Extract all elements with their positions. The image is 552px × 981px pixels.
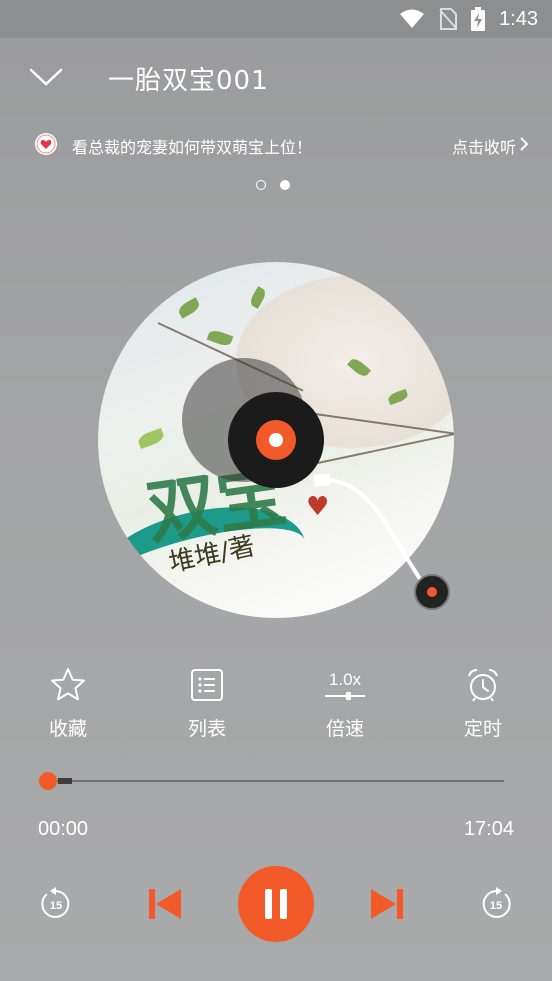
sleep-timer-label: 定时	[463, 718, 502, 740]
sleep-timer-button[interactable]: 定时	[433, 662, 533, 741]
skip-next-icon	[371, 889, 403, 919]
speed-slider-icon	[325, 692, 365, 700]
action-row: 收藏 列表 1.0x 倍速 定时	[0, 662, 552, 752]
promo-banner[interactable]: 看总裁的宠妻如何带双萌宝上位！ 点击收听	[0, 126, 552, 164]
skip-previous-icon	[149, 889, 181, 919]
status-time: 1:43	[499, 7, 538, 30]
heart-badge-icon	[35, 133, 57, 155]
alarm-clock-icon	[468, 669, 498, 702]
chevron-down-icon[interactable]	[28, 60, 64, 96]
progress-buffer	[58, 778, 72, 784]
rewind-15-button[interactable]: 15	[36, 884, 76, 924]
tonearm-icon	[313, 473, 450, 610]
carousel-dot[interactable]	[256, 180, 266, 190]
playlist-button[interactable]: 列表	[157, 662, 257, 741]
current-time: 00:00	[38, 818, 89, 840]
no-sim-icon	[439, 8, 458, 30]
rewind-seconds: 15	[50, 900, 62, 912]
forward-15-button[interactable]: 15	[476, 884, 516, 924]
favorite-label: 收藏	[48, 718, 87, 740]
carousel-indicator	[256, 180, 290, 190]
speed-button[interactable]: 1.0x 倍速	[295, 662, 395, 741]
progress-slider[interactable]	[39, 770, 504, 792]
playlist-label: 列表	[187, 718, 226, 740]
total-duration: 17:04	[463, 818, 514, 840]
carousel-dot-active[interactable]	[280, 180, 290, 190]
next-button[interactable]	[368, 886, 406, 922]
previous-button[interactable]	[146, 886, 184, 922]
playback-controls: 15 15	[0, 864, 552, 944]
list-icon	[191, 669, 223, 701]
vinyl-spindle	[269, 433, 283, 447]
chevron-right-icon	[520, 137, 529, 151]
player-header: 一胎双宝001	[0, 38, 552, 118]
status-bar: 1:43	[0, 0, 552, 38]
star-icon	[51, 668, 85, 701]
speed-value: 1.0x	[328, 670, 362, 689]
progress-track	[40, 780, 504, 782]
favorite-button[interactable]: 收藏	[18, 662, 118, 741]
forward-15-icon: 15	[482, 887, 511, 918]
pause-button[interactable]	[238, 866, 314, 942]
speed-label: 倍速	[325, 718, 364, 740]
pause-icon	[265, 889, 287, 919]
battery-charging-icon	[471, 7, 486, 31]
progress-knob[interactable]	[39, 772, 57, 790]
promo-listen-link[interactable]: 点击收听	[452, 134, 516, 158]
page-title: 一胎双宝001	[108, 66, 269, 96]
rewind-15-icon: 15	[41, 887, 70, 918]
promo-text: 看总裁的宠妻如何带双萌宝上位！	[72, 138, 313, 157]
wifi-icon	[400, 9, 425, 28]
forward-seconds: 15	[490, 900, 502, 912]
